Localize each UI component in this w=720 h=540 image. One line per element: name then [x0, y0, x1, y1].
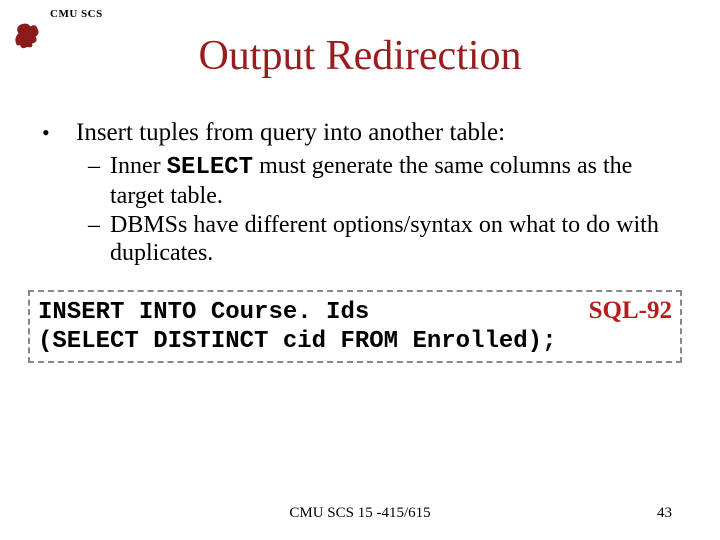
bullet-main: • Insert tuples from query into another … — [42, 118, 678, 148]
bullet-text: Insert tuples from query into another ta… — [76, 118, 678, 148]
sql-standard-tag: SQL-92 — [581, 296, 672, 327]
sql-code-box: INSERT INTO Course. Ids SQL-92 (SELECT D… — [28, 290, 682, 363]
sub1-code: SELECT — [167, 154, 253, 181]
sub-bullet-1-text: Inner SELECT must generate the same colu… — [110, 152, 678, 211]
dept-label: CMU SCS — [50, 8, 103, 20]
slide-title: Output Redirection — [0, 32, 720, 80]
slide-body: • Insert tuples from query into another … — [42, 118, 678, 267]
sub-bullets: – Inner SELECT must generate the same co… — [88, 152, 678, 267]
code-line-2: (SELECT DISTINCT cid FROM Enrolled); — [38, 327, 672, 356]
code-line-1: INSERT INTO Course. Ids — [38, 298, 369, 327]
sub-bullet-1: – Inner SELECT must generate the same co… — [88, 152, 678, 211]
footer-page-number: 43 — [657, 505, 672, 522]
sub-bullet-2: – DBMSs have different options/syntax on… — [88, 211, 678, 268]
dash-icon: – — [88, 211, 110, 268]
sub1-part-a: Inner — [110, 153, 167, 179]
footer-course: CMU SCS 15 -415/615 — [0, 505, 720, 522]
code-line-1-row: INSERT INTO Course. Ids SQL-92 — [38, 296, 672, 327]
bullet-dot: • — [42, 118, 76, 148]
dash-icon: – — [88, 152, 110, 211]
sub-bullet-2-text: DBMSs have different options/syntax on w… — [110, 211, 678, 268]
